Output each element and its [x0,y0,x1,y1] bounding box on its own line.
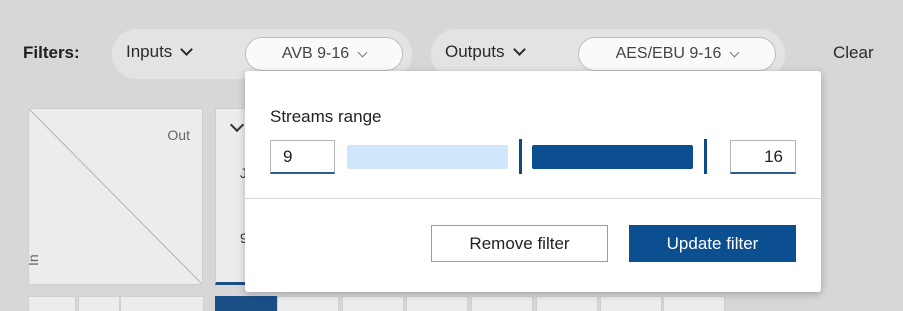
inputs-filter-value-chip[interactable]: AVB 9-16 [245,37,403,71]
range-max-input[interactable]: 16 [730,140,796,174]
matrix-row-cell[interactable] [342,296,404,311]
update-filter-button[interactable]: Update filter [629,225,796,262]
popover-divider [245,198,821,199]
popover-title: Streams range [270,107,382,126]
matrix-row-cell[interactable] [471,296,533,311]
range-slider-track-inactive[interactable] [347,145,508,169]
outputs-filter-value-chip[interactable]: AES/EBU 9-16 [578,37,776,71]
matrix-row-cell[interactable] [28,296,76,311]
matrix-row-cell[interactable] [120,296,204,311]
matrix-out-label: Out [167,127,190,143]
range-slider-max-handle[interactable] [704,139,707,174]
matrix-row-cell[interactable] [406,296,468,311]
inputs-dropdown-label: Inputs [126,42,173,61]
matrix-column-header[interactable] [215,108,249,285]
remove-filter-button[interactable]: Remove filter [431,225,608,262]
matrix-row-cell[interactable] [277,296,339,311]
inputs-dropdown-toggle[interactable]: Inputs [126,42,194,62]
chevron-down-icon [357,47,368,57]
range-slider-track-active[interactable] [532,145,693,169]
inputs-filter-value: AVB 9-16 [281,45,350,62]
matrix-row-cell[interactable] [536,296,598,311]
matrix-row-cell[interactable] [78,296,120,311]
matrix-row-cell-selected[interactable] [215,296,277,311]
outputs-dropdown-toggle[interactable]: Outputs [445,42,526,62]
matrix-row-cell[interactable] [600,296,662,311]
filters-label: Filters: [23,43,80,62]
chevron-down-icon [512,43,526,56]
chevron-down-icon [180,43,194,56]
outputs-filter-value: AES/EBU 9-16 [615,45,722,62]
matrix-in-label: In [28,254,41,266]
matrix-corner-cell: Out In [28,108,203,285]
matrix-row-cell[interactable] [663,296,725,311]
outputs-dropdown-label: Outputs [445,42,505,61]
clear-filters-button[interactable]: Clear [833,43,874,63]
range-min-input[interactable]: 9 [270,140,335,174]
range-slider-min-handle[interactable] [519,139,522,174]
streams-range-popover: Streams range 9 16 Remove filter Update … [245,71,821,292]
chevron-down-icon [729,47,740,57]
